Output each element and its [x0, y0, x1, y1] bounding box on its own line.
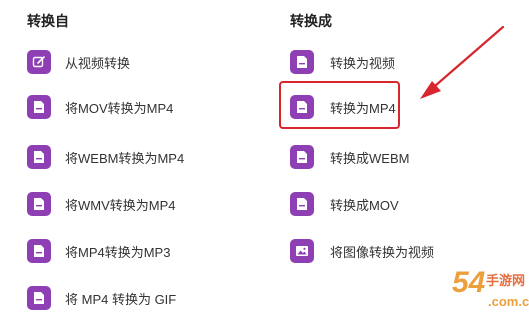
watermark-digits: 54 — [452, 266, 486, 299]
watermark-domain: .com.cn — [488, 294, 529, 309]
watermark-logo-text: 手游网 — [486, 273, 526, 288]
watermark-logo: 54 手游网 .com.cn — [452, 264, 529, 317]
annotation-arrow-icon — [420, 25, 505, 99]
